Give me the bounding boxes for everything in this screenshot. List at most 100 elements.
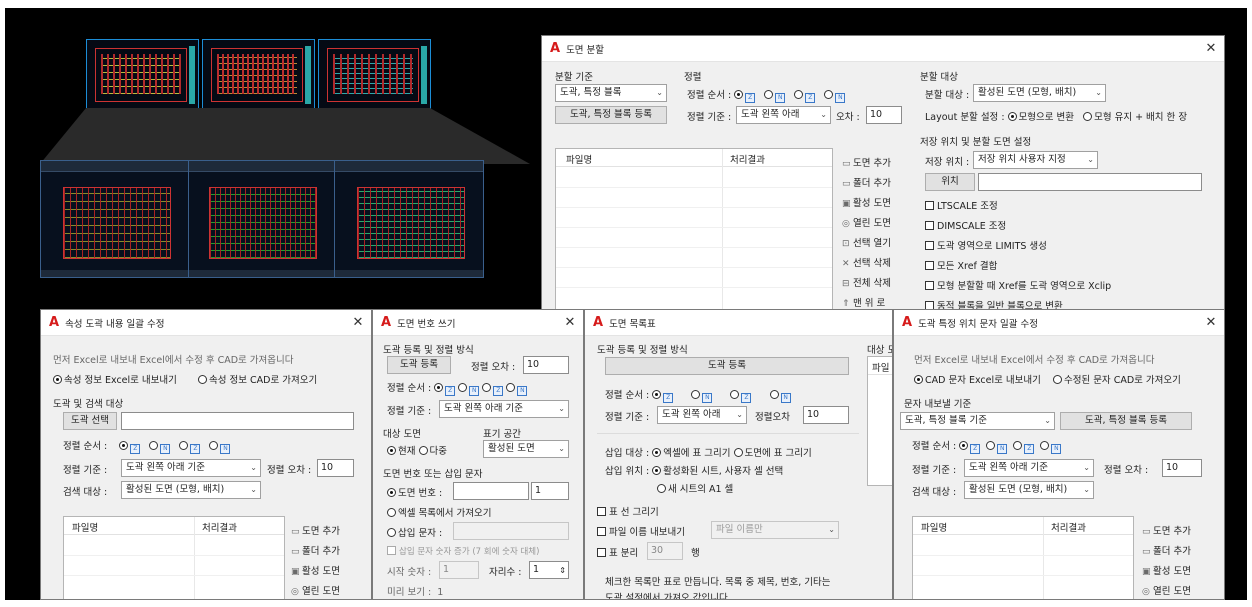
checkbox[interactable] [597, 548, 606, 557]
sort-radio[interactable] [734, 90, 744, 99]
sort-base-select[interactable]: 도곽 왼쪽 아래 기준 ⌄ [439, 400, 569, 418]
location-button[interactable]: 위치 [925, 173, 975, 191]
location-input[interactable] [978, 173, 1202, 191]
search-target-select[interactable]: 활성된 도면 (모형, 배치) ⌄ [964, 481, 1094, 499]
mode-radio[interactable] [914, 375, 923, 384]
sort-radio[interactable] [149, 441, 159, 450]
add-drawing-button[interactable]: ▭ 도면 추가 [842, 155, 891, 169]
layout-radio[interactable] [1083, 112, 1093, 121]
pos-radio[interactable] [652, 466, 662, 475]
sort-radio[interactable] [691, 390, 701, 399]
sort-radio[interactable] [506, 383, 516, 392]
close-icon[interactable]: ✕ [557, 315, 583, 330]
sort-base-select[interactable]: 도곽 왼쪽 아래 ⌄ [657, 406, 747, 424]
sort-radio[interactable] [482, 383, 492, 392]
add-drawing-button[interactable]: ▭ 도면 추가 [291, 523, 340, 537]
add-folder-button[interactable]: ▭ 폴더 추가 [1142, 543, 1191, 557]
checkbox[interactable] [925, 281, 934, 290]
sort-radio[interactable] [434, 383, 444, 392]
tolerance-input[interactable]: 10 [523, 356, 569, 374]
split-rows-input[interactable]: 30 [647, 542, 683, 560]
sort-base-select[interactable]: 도곽 왼쪽 아래 기준 ⌄ [964, 459, 1094, 477]
tolerance-input[interactable]: 10 [317, 459, 354, 477]
frame-name-input[interactable] [121, 412, 354, 430]
criteria-select[interactable]: 도곽, 특정 블록 ⌄ [555, 84, 667, 102]
space-select[interactable]: 활성된 도면 ⌄ [483, 440, 569, 458]
sort-radio[interactable] [1040, 441, 1050, 450]
add-drawing-button[interactable]: ▭ 도면 추가 [1142, 523, 1191, 537]
insert-radio[interactable] [652, 448, 662, 457]
open-drawing-button[interactable]: ◎ 열린 도면 [291, 583, 340, 597]
close-icon[interactable]: ✕ [345, 315, 371, 330]
register-block-button[interactable]: 도곽, 특정 블록 등록 [1060, 412, 1192, 430]
sort-base-select[interactable]: 도곽 왼쪽 아래 기준 ⌄ [121, 459, 261, 477]
file-list[interactable]: 파일명 처리결과 [555, 148, 833, 314]
register-frame-button[interactable]: 도곽 등록 [605, 357, 849, 375]
start-number-input[interactable]: 1 [439, 561, 479, 579]
criteria-select[interactable]: 도곽, 특정 블록 기준 ⌄ [900, 412, 1055, 430]
add-folder-button[interactable]: ▭ 폴더 추가 [842, 175, 891, 189]
active-drawing-button[interactable]: ▣ 활성 도면 [291, 563, 340, 577]
file-list[interactable]: 파일명 처리결과 [912, 516, 1134, 599]
register-frame-button[interactable]: 도곽 등록 [387, 356, 451, 374]
sort-base-select[interactable]: 도곽 왼쪽 아래 ⌄ [736, 106, 831, 124]
sort-radio[interactable] [730, 390, 740, 399]
mode-radio[interactable] [198, 375, 208, 384]
checkbox[interactable] [925, 221, 934, 230]
register-block-button[interactable]: 도곽, 특정 블록 등록 [555, 106, 667, 124]
sort-radio[interactable] [769, 390, 779, 399]
tolerance-input[interactable]: 10 [1162, 459, 1202, 477]
insert-radio[interactable] [733, 448, 743, 457]
target-radio[interactable] [387, 446, 396, 455]
num-radio[interactable] [387, 508, 396, 517]
checkbox[interactable] [597, 527, 606, 536]
sort-radio[interactable] [179, 441, 189, 450]
checkbox[interactable] [925, 261, 934, 270]
open-selected-button[interactable]: ⊡ 선택 열기 [842, 235, 891, 249]
checkbox[interactable] [925, 201, 934, 210]
sort-radio[interactable] [794, 90, 804, 99]
move-top-button[interactable]: ⇑ 맨 위 로 [842, 295, 885, 309]
add-folder-button[interactable]: ▭ 폴더 추가 [291, 543, 340, 557]
sort-radio[interactable] [959, 441, 969, 450]
digits-spinner[interactable]: 1 ⇕ [529, 561, 569, 579]
checkbox[interactable] [387, 546, 396, 555]
number-input[interactable]: 1 [531, 482, 569, 500]
sort-radio[interactable] [764, 90, 774, 99]
open-drawing-button[interactable]: ◎ 열린 도면 [1142, 583, 1191, 597]
sort-radio[interactable] [119, 441, 129, 450]
search-target-select[interactable]: 활성된 도면 (모형, 배치) ⌄ [121, 481, 261, 499]
target-radio[interactable] [418, 446, 428, 455]
prefix-input[interactable] [453, 482, 529, 500]
checkbox[interactable] [925, 241, 934, 250]
active-drawing-button[interactable]: ▣ 활성 도면 [842, 195, 891, 209]
mode-radio[interactable] [1052, 375, 1062, 384]
open-drawing-button[interactable]: ◎ 열린 도면 [842, 215, 891, 229]
insert-text-input[interactable] [453, 522, 569, 540]
sort-radio[interactable] [209, 441, 219, 450]
filename-select[interactable]: 파일 이름만 ⌄ [711, 521, 839, 539]
sort-radio[interactable] [458, 383, 468, 392]
delete-selected-button[interactable]: ✕ 선택 삭제 [842, 255, 891, 269]
num-radio[interactable] [387, 488, 396, 497]
target-select[interactable]: 활성된 도면 (모형, 배치) ⌄ [973, 84, 1106, 102]
num-radio[interactable] [387, 528, 396, 537]
layout-radio[interactable] [1007, 112, 1017, 121]
save-location-select[interactable]: 저장 위치 사용자 지정 ⌄ [973, 151, 1098, 169]
close-icon[interactable]: ✕ [1198, 315, 1224, 330]
sort-radio[interactable] [824, 90, 834, 99]
sort-radio[interactable] [986, 441, 996, 450]
file-list[interactable]: 파일명 처리결과 [63, 516, 285, 599]
delete-all-button[interactable]: ⊟ 전체 삭제 [842, 275, 891, 289]
mode-radio[interactable] [53, 375, 62, 384]
select-frame-button[interactable]: 도곽 선택 [63, 412, 117, 430]
tolerance-input[interactable]: 10 [866, 106, 902, 124]
sort-radio[interactable] [1013, 441, 1023, 450]
active-drawing-button[interactable]: ▣ 활성 도면 [1142, 563, 1191, 577]
tolerance-input[interactable]: 10 [803, 406, 849, 424]
checkbox[interactable] [597, 507, 606, 516]
sort-radio[interactable] [652, 390, 662, 399]
file-list[interactable]: 파일 [867, 356, 892, 486]
close-icon[interactable]: ✕ [1198, 41, 1224, 56]
pos-radio[interactable] [657, 484, 666, 493]
